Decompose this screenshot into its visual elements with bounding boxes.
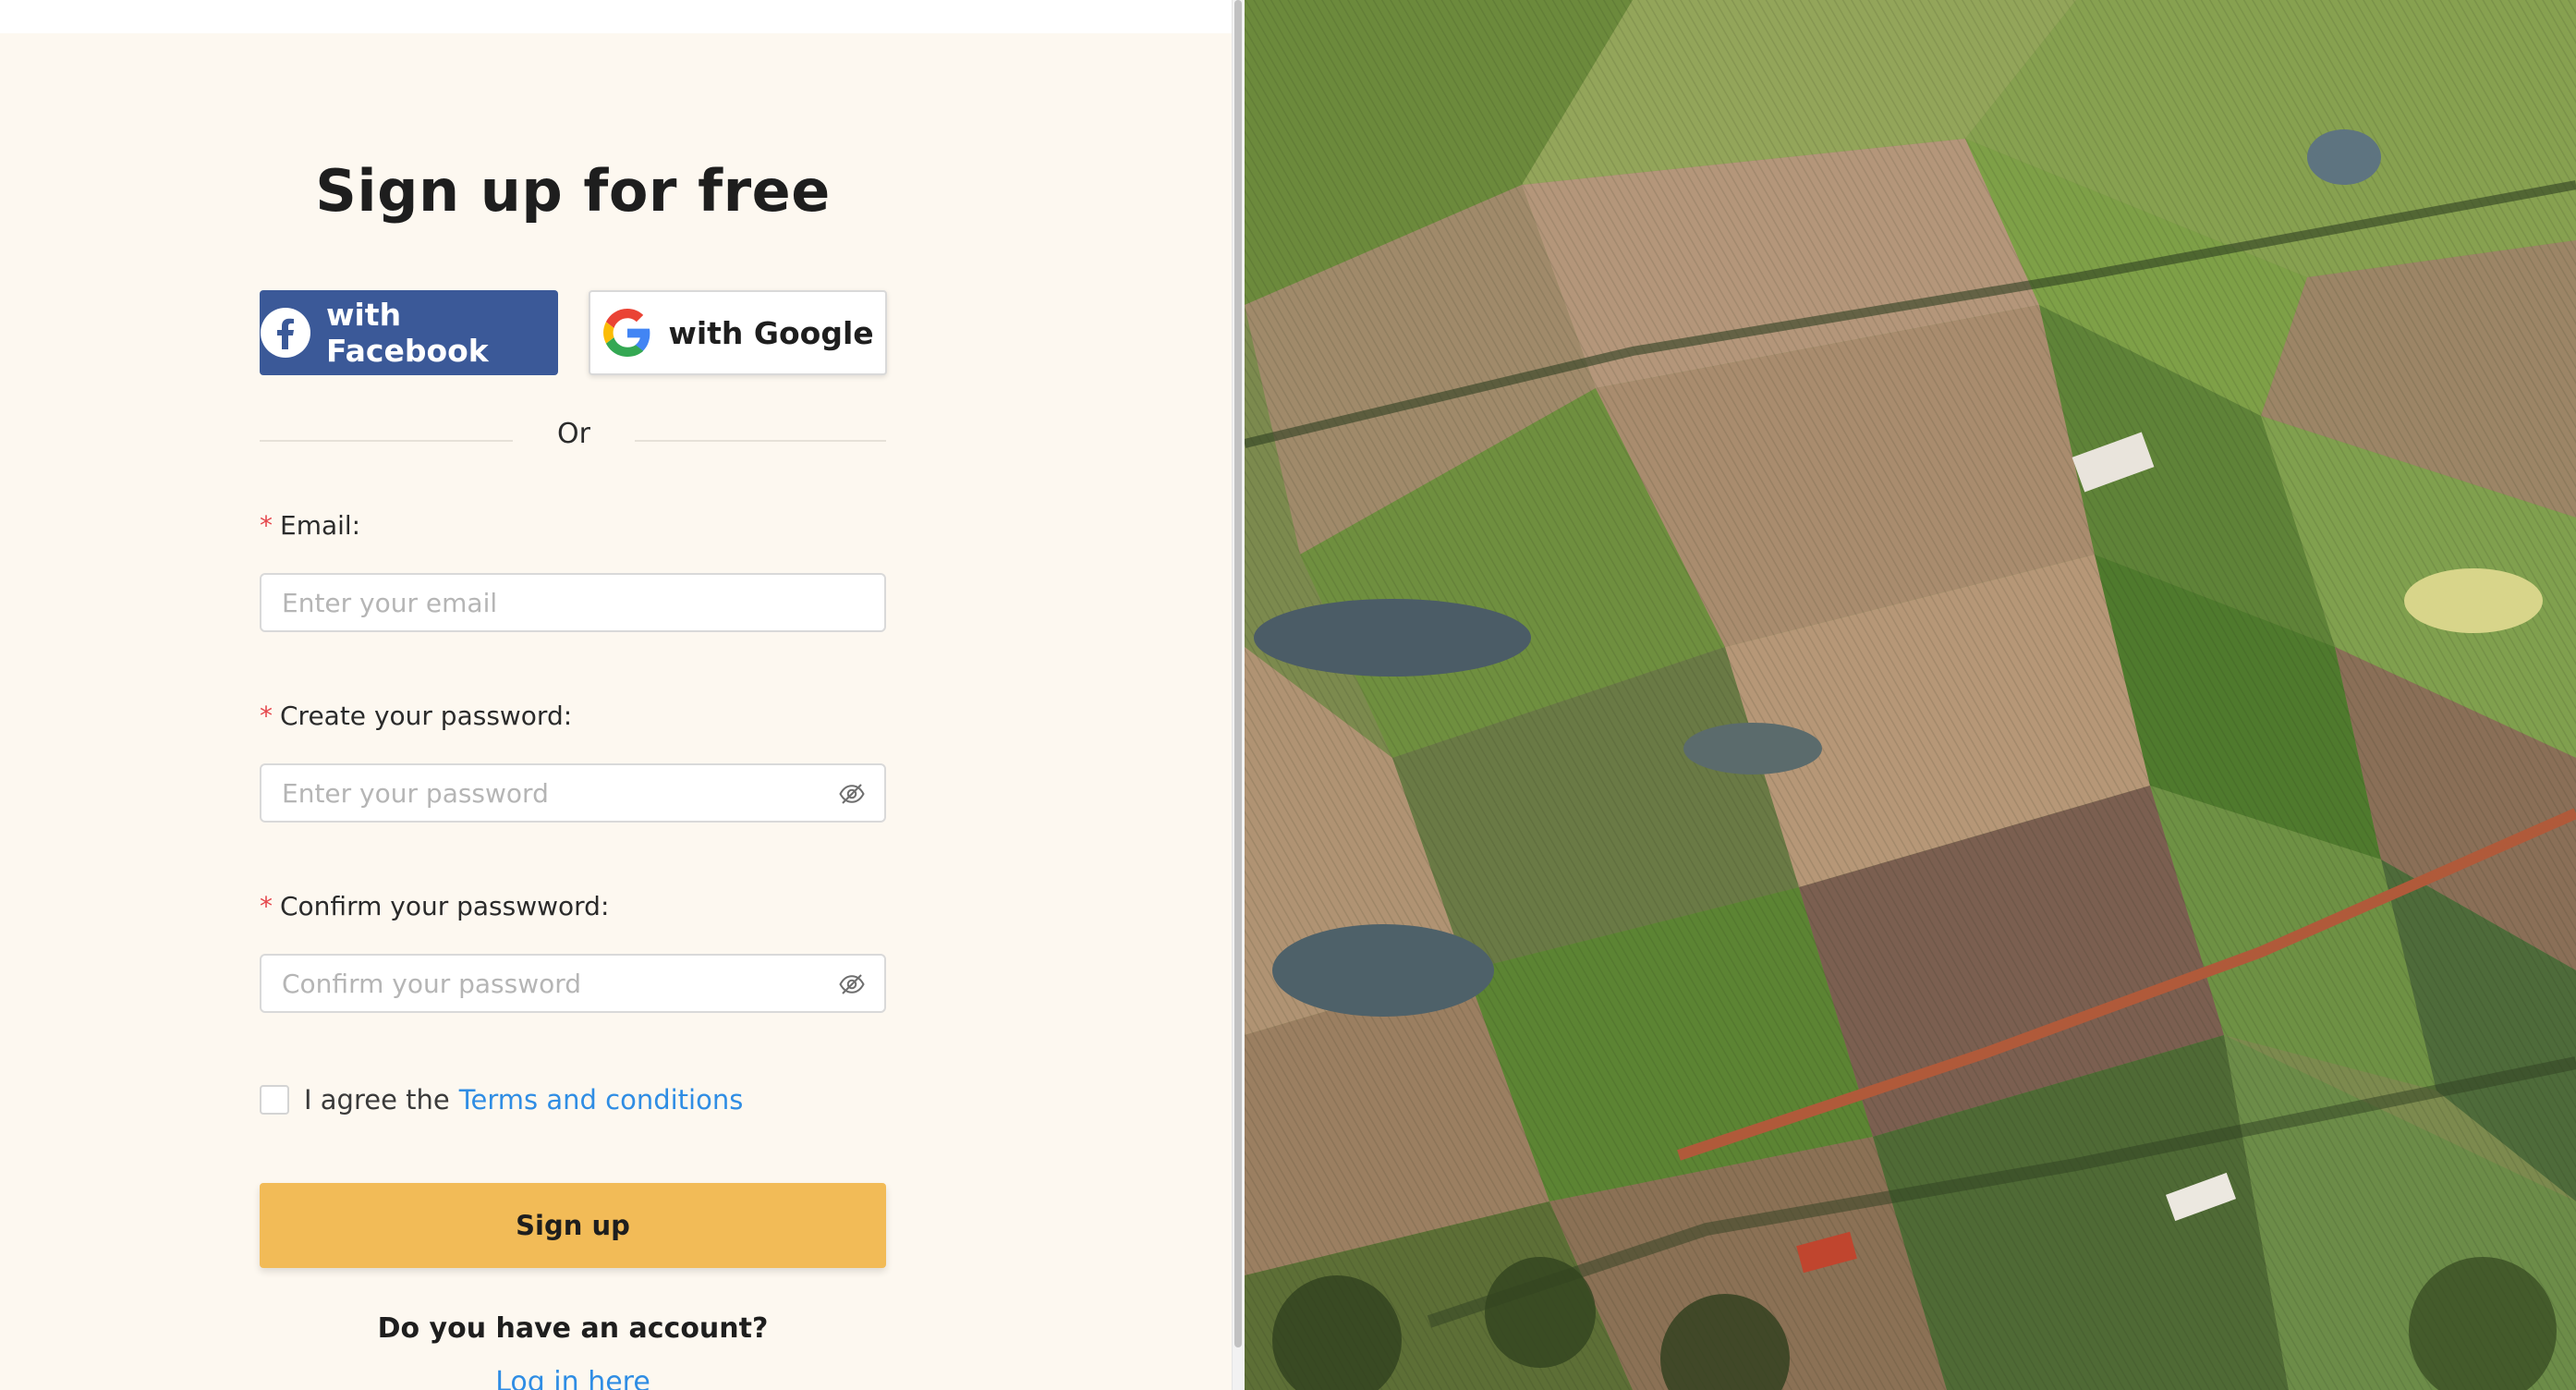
terms-link[interactable]: Terms and conditions xyxy=(459,1084,744,1116)
eye-slash-icon[interactable] xyxy=(838,970,866,998)
terms-checkbox[interactable] xyxy=(260,1085,289,1115)
social-login-row: with Facebook with Google xyxy=(260,290,887,375)
confirm-password-label: * Confirm your passwword: xyxy=(260,891,609,921)
required-mark: * xyxy=(260,510,273,541)
aerial-farmland-image xyxy=(1245,0,2576,1390)
top-strip xyxy=(0,0,1232,33)
eye-slash-icon[interactable] xyxy=(838,780,866,808)
facebook-icon xyxy=(260,307,311,359)
signup-button[interactable]: Sign up xyxy=(260,1183,886,1268)
divider-line-left xyxy=(260,440,513,442)
password-label: * Create your password: xyxy=(260,701,572,731)
divider-text: Or xyxy=(557,418,590,450)
google-button-label: with Google xyxy=(668,314,874,351)
login-link[interactable]: Log in here xyxy=(260,1366,886,1390)
email-field-box xyxy=(260,573,886,632)
email-label: * Email: xyxy=(260,510,360,541)
divider-line-right xyxy=(635,440,886,442)
signup-panel: Sign up for free with Facebook with Goog… xyxy=(0,0,1232,1390)
google-icon xyxy=(601,307,653,359)
terms-row: I agree the Terms and conditions xyxy=(260,1081,743,1118)
required-mark: * xyxy=(260,701,273,731)
terms-text: I agree the xyxy=(304,1084,450,1116)
scrollbar-thumb[interactable] xyxy=(1234,0,1242,1347)
google-signup-button[interactable]: with Google xyxy=(589,290,887,375)
email-field[interactable] xyxy=(261,575,884,630)
facebook-button-label: with Facebook xyxy=(326,297,489,369)
or-divider: Or xyxy=(260,414,886,462)
confirm-password-field[interactable] xyxy=(261,956,884,1011)
required-mark: * xyxy=(260,891,273,921)
confirm-password-label-text: Confirm your passwword: xyxy=(280,891,610,921)
password-label-text: Create your password: xyxy=(280,701,573,731)
page-title: Sign up for free xyxy=(315,157,831,225)
have-account-text: Do you have an account? xyxy=(377,1312,769,1345)
signup-page: Sign up for free with Facebook with Goog… xyxy=(0,0,2576,1390)
password-field[interactable] xyxy=(261,765,884,821)
password-field-box xyxy=(260,763,886,823)
facebook-signup-button[interactable]: with Facebook xyxy=(260,290,558,375)
confirm-password-field-box xyxy=(260,954,886,1013)
email-label-text: Email: xyxy=(280,510,361,541)
